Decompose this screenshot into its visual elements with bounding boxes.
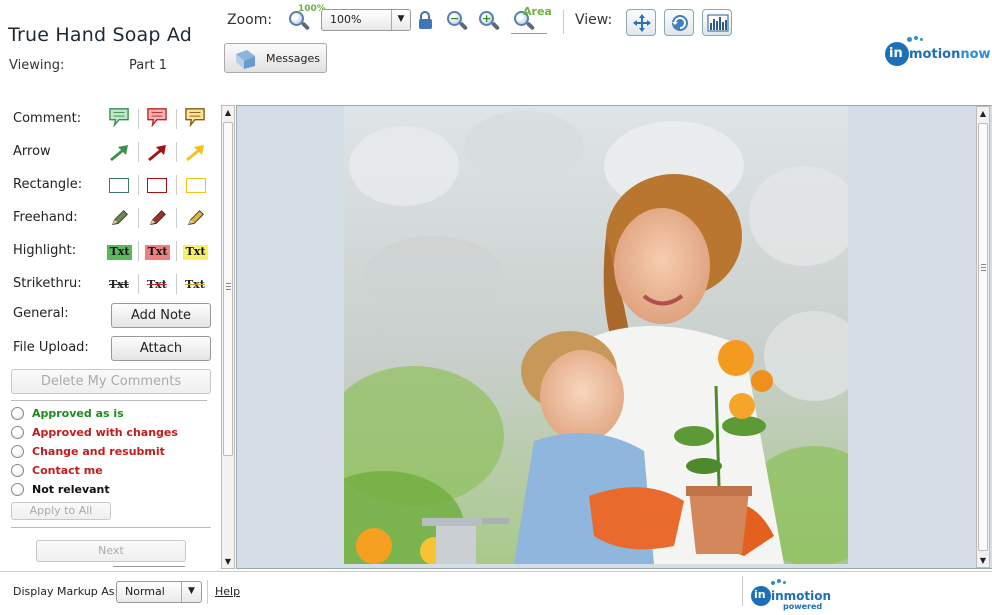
strikethru-yellow-icon[interactable]: Txt <box>185 278 209 293</box>
pencil-green-icon[interactable] <box>108 208 132 228</box>
display-markup-select[interactable]: Normal ▼ <box>116 581 202 603</box>
footer-separator <box>742 576 743 606</box>
highlight-yellow-icon[interactable]: Txt <box>183 245 208 260</box>
viewing-part: Part 1 <box>129 58 168 73</box>
scroll-thumb[interactable] <box>223 122 233 456</box>
rectangle-yellow-icon[interactable] <box>186 178 206 193</box>
zoom-area-button[interactable]: Area <box>511 5 552 34</box>
arrow-green-icon[interactable] <box>107 142 131 162</box>
markup-select-value: Normal <box>125 585 165 598</box>
radio-button[interactable] <box>11 445 24 458</box>
ad-photo[interactable] <box>344 106 848 564</box>
radio-button[interactable] <box>11 426 24 439</box>
panel-divider <box>11 400 207 401</box>
display-markup-label: Display Markup As: <box>13 585 119 598</box>
document-title: True Hand Soap Ad <box>8 24 193 46</box>
approval-label: Not relevant <box>32 483 110 496</box>
messages-icon <box>236 50 255 69</box>
add-note-button[interactable]: Add Note <box>111 303 211 328</box>
comment-yellow-icon[interactable] <box>183 107 207 127</box>
freehand-label: Freehand: <box>13 210 78 225</box>
approval-label: Approved with changes <box>32 426 178 439</box>
chevron-down-icon: ▼ <box>391 10 410 30</box>
arrow-red-icon[interactable] <box>145 142 169 162</box>
next-underline <box>113 566 185 567</box>
scroll-thumb[interactable] <box>978 123 988 551</box>
next-button[interactable]: Next <box>36 540 186 562</box>
arrow-label: Arrow <box>13 144 51 159</box>
zoom-select[interactable]: 100% ▼ <box>321 9 411 31</box>
viewing-label: Viewing: <box>9 58 65 73</box>
scroll-up-icon[interactable]: ▲ <box>977 108 989 120</box>
footer-divider <box>0 571 992 572</box>
view-label: View: <box>575 12 613 28</box>
panel-scrollbar[interactable]: ▲ ▼ <box>221 105 235 569</box>
approval-label: Change and resubmit <box>32 445 165 458</box>
zoom-area-tag: Area <box>523 5 552 18</box>
highlight-red-icon[interactable]: Txt <box>145 245 170 260</box>
compare-view-button[interactable] <box>702 9 732 36</box>
comment-green-icon[interactable] <box>107 107 131 127</box>
rectangle-label: Rectangle: <box>13 177 83 192</box>
general-label: General: <box>13 306 69 321</box>
zoom-label: Zoom: <box>227 12 273 28</box>
radio-button[interactable] <box>11 407 24 420</box>
pan-button[interactable] <box>626 9 656 36</box>
delete-my-comments-button[interactable]: Delete My Comments <box>11 369 211 394</box>
viewer-scrollbar[interactable]: ▲ ▼ <box>976 106 990 568</box>
highlight-label: Highlight: <box>13 243 77 258</box>
strikethru-label: Strikethru: <box>13 276 82 291</box>
comment-red-icon[interactable] <box>145 107 169 127</box>
zoom-100-button[interactable]: 100% <box>286 4 326 34</box>
messages-label: Messages <box>266 52 320 65</box>
toolbar-divider <box>563 10 564 34</box>
zoom-out-button[interactable]: − <box>444 8 470 34</box>
rectangle-red-icon[interactable] <box>147 178 167 193</box>
file-upload-label: File Upload: <box>13 340 89 355</box>
highlight-green-icon[interactable]: Txt <box>107 245 132 260</box>
pencil-red-icon[interactable] <box>146 208 170 228</box>
scroll-down-icon[interactable]: ▼ <box>222 556 234 568</box>
zoom-select-value: 100% <box>330 13 362 26</box>
lock-icon[interactable] <box>419 11 433 29</box>
strikethru-black-icon[interactable]: Txt <box>109 278 133 293</box>
minus-icon: − <box>450 12 460 25</box>
messages-button[interactable]: Messages <box>224 43 327 73</box>
panel-divider <box>11 527 211 528</box>
plus-icon: + <box>482 12 492 25</box>
attach-button[interactable]: Attach <box>111 336 211 361</box>
comment-label: Comment: <box>13 111 82 126</box>
zoom-in-button[interactable]: + <box>476 8 502 34</box>
pencil-yellow-icon[interactable] <box>184 208 208 228</box>
approval-label: Approved as is <box>32 407 124 420</box>
rotate-button[interactable] <box>664 9 694 36</box>
radio-button[interactable] <box>11 464 24 477</box>
footer-separator <box>207 580 208 604</box>
mother-child-flowers-image <box>344 106 848 564</box>
scroll-down-icon[interactable]: ▼ <box>977 555 989 567</box>
apply-to-all-button[interactable]: Apply to All <box>11 502 111 520</box>
inmotionnow-logo: in motionnow <box>885 36 992 70</box>
rectangle-green-icon[interactable] <box>109 178 129 193</box>
arrow-yellow-icon[interactable] <box>183 142 207 162</box>
logo-text: inmotion <box>771 589 832 603</box>
chevron-down-icon: ▼ <box>181 582 201 602</box>
radio-button[interactable] <box>11 483 24 496</box>
approval-label: Contact me <box>32 464 103 477</box>
rotate-icon <box>672 15 688 31</box>
chart-icon <box>707 14 729 32</box>
move-arrows-icon <box>633 14 651 32</box>
strikethru-red-icon[interactable]: Txt <box>147 278 171 293</box>
help-link[interactable]: Help <box>215 585 240 598</box>
logo-sub: powered <box>783 602 823 611</box>
inmotion-powered-logo: in inmotion powered <box>751 578 831 612</box>
scroll-up-icon[interactable]: ▲ <box>222 107 234 119</box>
